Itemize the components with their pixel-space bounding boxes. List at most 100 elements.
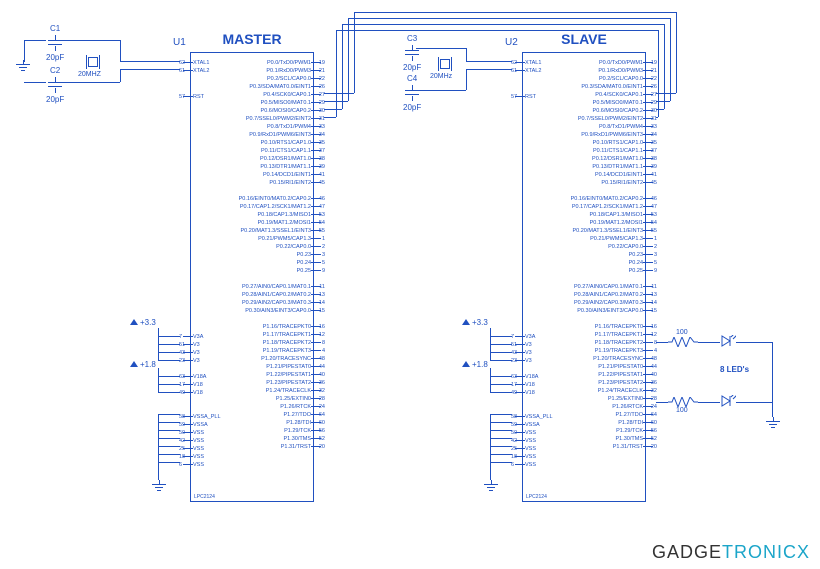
pin-64: 64P1.27/TDO (571, 411, 643, 419)
pin-5: 5P0.24 (239, 259, 311, 267)
pin-55: 55P0.20/MAT1.3/SSEL1/EINT3 (239, 227, 311, 235)
cap-c3-label: C3 (403, 34, 421, 43)
pin-36: 36P1.23/PIPESTAT2 (239, 379, 311, 387)
chip-slave-part: LPC2124 (526, 494, 547, 500)
pin-40: 40P1.22/PIPESTAT1 (239, 371, 311, 379)
pin-49: 49V18 (525, 389, 538, 397)
pin-39: 39P0.13/DTR1/MAT1.1 (239, 163, 311, 171)
pin-54: 54P0.19/MAT1.2/MOSI1 (571, 219, 643, 227)
pin-27: 27P0.4/SCK0/CAP0.1 (571, 91, 643, 99)
pin-19: 19P0.0/TxD0/PWM1 (571, 59, 643, 67)
cap-c4-label: C4 (403, 74, 421, 83)
pin-64: 64P1.27/TDO (239, 411, 311, 419)
rail-18-slave: +1.8 (462, 360, 488, 369)
pin-61: 61XTAL2 (193, 67, 209, 75)
pin-42: 42VSS (193, 437, 221, 445)
crystal-2-val: 20MHz (430, 73, 452, 80)
pin-17: 17V18 (193, 381, 206, 389)
pin-59: 59VSSA (193, 421, 221, 429)
pin-16: 16P1.16/TRACEPKT0 (571, 323, 643, 331)
pin-51: 51V3 (193, 341, 203, 349)
resistor-2: 100 (668, 397, 698, 407)
rail-33-master: +3.3 (130, 318, 156, 327)
chip-slave-ref: U2 (505, 37, 518, 48)
pin-58: 58VSSA_PLL (525, 413, 553, 421)
pin-57: 57RST (193, 93, 204, 101)
pin-4: 4P1.19/TRACEPKT3 (571, 347, 643, 355)
pin-35: 35P0.10/RTS1/CAP1.0 (571, 139, 643, 147)
pin-40: 40P1.22/PIPESTAT1 (571, 371, 643, 379)
pin-21: 21P0.1/RxD0/PWM3 (571, 67, 643, 75)
pin-24: 24P1.26/RTCK (239, 403, 311, 411)
led-count-label: 8 LED's (720, 365, 749, 374)
pin-20: 20P1.31/TRST (239, 443, 311, 451)
pin-27: 27P0.4/SCK0/CAP0.1 (239, 91, 311, 99)
cap-c1-label: C1 (46, 24, 64, 33)
pin-9: 9P0.25 (239, 267, 311, 275)
pin-63: 63V18A (525, 373, 538, 381)
pin-57: 57RST (525, 93, 536, 101)
pin-14: 14P0.29/AIN2/CAP0.3/MAT0.3 (571, 299, 643, 307)
pin-53: 53P0.18/CAP1.3/MISO1 (239, 211, 311, 219)
pin-55: 55P0.20/MAT1.3/SSEL1/EINT3 (571, 227, 643, 235)
pin-50: 50VSS (525, 429, 553, 437)
pin-25: 25VSS (525, 445, 553, 453)
brand-b: TRONICX (722, 542, 810, 562)
chip-master-ref: U1 (173, 37, 186, 48)
pin-29: 29P0.5/MISO0/MAT0.1 (239, 99, 311, 107)
cap-c1: C1 20pF (46, 24, 64, 62)
pin-44: 44P1.21/PIPESTAT0 (571, 363, 643, 371)
pin-47: 47P0.17/CAP1.2/SCK1/MAT1.2 (571, 203, 643, 211)
pin-28: 28P1.25/EXTIN0 (239, 395, 311, 403)
pin-58: 58VSSA_PLL (193, 413, 221, 421)
pin-44: 44P1.21/PIPESTAT0 (239, 363, 311, 371)
pin-41: 41P0.14/DCD1/EINT1 (571, 171, 643, 179)
pin-24: 24P1.26/RTCK (571, 403, 643, 411)
pin-30: 30P0.6/MOSI0/CAP0.2 (239, 107, 311, 115)
cap-c1-val: 20pF (46, 53, 64, 62)
pin-8: 8P1.18/TRACEPKT2 (239, 339, 311, 347)
pin-54: 54P0.19/MAT1.2/MOSI1 (239, 219, 311, 227)
pin-2: 2P0.22/CAP0.0 (239, 243, 311, 251)
pin-3: 3P0.23 (239, 251, 311, 259)
rail-33-slave-label: +3.3 (472, 318, 488, 327)
gnd-slave-vss (484, 480, 498, 490)
pin-20: 20P1.31/TRST (571, 443, 643, 451)
pin-53: 53P0.18/CAP1.3/MISO1 (571, 211, 643, 219)
crystal-1: 20MHZ (80, 55, 106, 69)
cap-c3: C3 20pF (403, 34, 421, 72)
pin-48: 48P1.20/TRACESYNC (239, 355, 311, 363)
pin-32: 32P1.24/TRACECLK (571, 387, 643, 395)
pin-37: 37P0.11/CTS1/CAP1.1 (571, 147, 643, 155)
gnd-1 (16, 60, 30, 70)
led-1 (720, 335, 736, 347)
pin-22: 22P0.2/SCL/CAP0.0 (571, 75, 643, 83)
pin-11: 11P0.27/AIN0/CAP0.1/MAT0.1 (239, 283, 311, 291)
cap-c4-val: 20pF (403, 103, 421, 112)
pin-28: 28P1.25/EXTIN0 (571, 395, 643, 403)
gnd-leds (766, 417, 780, 427)
pin-63: 63V18A (193, 373, 206, 381)
pin-15: 15P0.30/AIN3/EINT3/CAP0.0 (239, 307, 311, 315)
pin-39: 39P0.13/DTR1/MAT1.1 (571, 163, 643, 171)
pin-50: 50VSS (193, 429, 221, 437)
pin-4: 4P1.19/TRACEPKT3 (239, 347, 311, 355)
pin-30: 30P0.6/MOSI0/CAP0.2 (571, 107, 643, 115)
pin-42: 42VSS (525, 437, 553, 445)
rail-18-slave-label: +1.8 (472, 360, 488, 369)
pin-60: 60P1.28/TDI (571, 419, 643, 427)
pin-7: 7V3A (193, 333, 203, 341)
pin-6: 6VSS (525, 461, 553, 469)
pin-9: 9P0.25 (571, 267, 643, 275)
pin-12: 12P1.17/TRACEPKT1 (571, 331, 643, 339)
pin-31: 31P0.7/SSEL0/PWM2/EINT2 (239, 115, 311, 123)
pin-49: 49V18 (193, 389, 206, 397)
resistor-1-label: 100 (676, 329, 688, 336)
pin-31: 31P0.7/SSEL0/PWM2/EINT2 (571, 115, 643, 123)
pin-45: 45P0.15/RI1/EINT2 (239, 179, 311, 187)
pin-25: 25VSS (193, 445, 221, 453)
pin-1: 1P0.21/PWM5/CAP1.3 (239, 235, 311, 243)
gnd-master-vss (152, 480, 166, 490)
pin-59: 59VSSA (525, 421, 553, 429)
brand-a: GADGE (652, 542, 722, 562)
